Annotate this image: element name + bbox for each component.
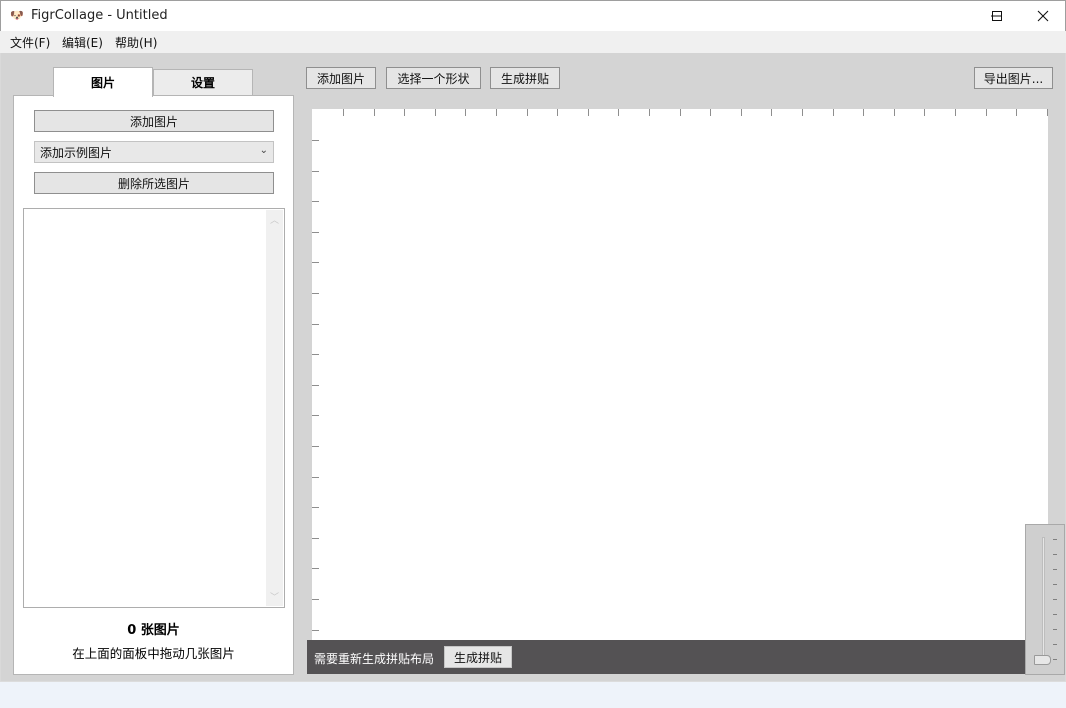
ruler-tick-top [1016, 109, 1017, 116]
zoom-tick [1053, 539, 1057, 540]
menu-help[interactable]: 帮助(H) [115, 34, 157, 51]
collage-canvas[interactable] [312, 109, 1048, 641]
ruler-tick-left [312, 507, 319, 508]
ruler-tick-top [618, 109, 619, 116]
zoom-tick [1053, 614, 1057, 615]
ruler-tick-top [894, 109, 895, 116]
toolbar-generate-collage-button[interactable]: 生成拼贴 [490, 67, 560, 89]
image-count: 0 张图片 [127, 623, 180, 638]
image-list[interactable]: ︿ ﹀ [23, 208, 285, 608]
image-list-scrollbar[interactable]: ︿ ﹀ [266, 210, 283, 606]
ruler-tick-top [863, 109, 864, 116]
ruler-tick-left [312, 415, 319, 416]
close-icon [1037, 10, 1049, 22]
zoom-slider-panel [1025, 524, 1065, 675]
ruler-tick-left [312, 477, 319, 478]
zoom-tick [1053, 659, 1057, 660]
bottom-strip [0, 681, 1066, 708]
tab-settings[interactable]: 设置 [153, 69, 253, 96]
status-generate-collage-button[interactable]: 生成拼贴 [444, 646, 512, 668]
zoom-tick [1053, 599, 1057, 600]
sample-images-select-value: 添加示例图片 [40, 145, 113, 160]
ruler-tick-left [312, 232, 319, 233]
collage-app-icon: 🐶 [10, 9, 24, 22]
main-area: 图片 设置 添加图片 添加示例图片 ⌄ 删除所选图片 ︿ ﹀ 0 张图片 在上面… [1, 53, 1065, 681]
menu-file[interactable]: 文件(F) [10, 34, 50, 51]
menu-bar: 文件(F) 编辑(E) 帮助(H) [0, 31, 1066, 53]
ruler-tick-left [312, 599, 319, 600]
delete-selected-button[interactable]: 删除所选图片 [34, 172, 274, 194]
ruler-tick-top [680, 109, 681, 116]
ruler-tick-top [435, 109, 436, 116]
ruler-tick-left [312, 262, 319, 263]
chevron-down-icon: ⌄ [259, 145, 268, 156]
ruler-tick-left [312, 324, 319, 325]
zoom-tick [1053, 644, 1057, 645]
scroll-up-icon[interactable]: ︿ [269, 213, 280, 226]
ruler-tick-top [833, 109, 834, 116]
ruler-tick-left [312, 568, 319, 569]
add-image-button[interactable]: 添加图片 [34, 110, 274, 132]
ruler-tick-top [343, 109, 344, 116]
ruler-tick-top [465, 109, 466, 116]
ruler-tick-top [1047, 109, 1048, 116]
window-title: FigrCollage - Untitled [31, 8, 168, 23]
tab-images[interactable]: 图片 [53, 67, 153, 97]
ruler-tick-top [924, 109, 925, 116]
select-shape-button[interactable]: 选择一个形状 [386, 67, 481, 89]
ruler-tick-top [955, 109, 956, 116]
ruler-tick-left [312, 630, 319, 631]
close-button[interactable] [1020, 1, 1066, 31]
menu-edit[interactable]: 编辑(E) [62, 34, 103, 51]
ruler-tick-top [374, 109, 375, 116]
images-panel: 添加图片 添加示例图片 ⌄ 删除所选图片 ︿ ﹀ 0 张图片 在上面的面板中拖动… [13, 95, 294, 675]
zoom-tick [1053, 584, 1057, 585]
status-message: 需要重新生成拼贴布局 [314, 652, 435, 666]
ruler-tick-top [986, 109, 987, 116]
ruler-tick-top [527, 109, 528, 116]
zoom-slider-thumb[interactable] [1034, 655, 1051, 665]
ruler-tick-top [496, 109, 497, 116]
zoom-tick [1053, 629, 1057, 630]
toolbar-add-image-button[interactable]: 添加图片 [306, 67, 376, 89]
ruler-tick-top [404, 109, 405, 116]
zoom-tick [1053, 554, 1057, 555]
ruler-tick-left [312, 446, 319, 447]
ruler-tick-top [557, 109, 558, 116]
ruler-tick-left [312, 171, 319, 172]
ruler-tick-left [312, 354, 319, 355]
ruler-tick-left [312, 140, 319, 141]
zoom-tick [1053, 569, 1057, 570]
ruler-tick-top [649, 109, 650, 116]
export-image-button[interactable]: 导出图片... [974, 67, 1053, 89]
sample-images-select[interactable]: 添加示例图片 ⌄ [34, 141, 274, 163]
zoom-slider-track[interactable] [1042, 537, 1045, 663]
ruler-tick-left [312, 293, 319, 294]
ruler-tick-left [312, 538, 319, 539]
scroll-down-icon[interactable]: ﹀ [269, 590, 280, 603]
ruler-tick-top [710, 109, 711, 116]
ruler-tick-left [312, 201, 319, 202]
ruler-tick-left [312, 385, 319, 386]
maximize-button[interactable] [974, 1, 1020, 31]
title-bar: 🐶 FigrCollage - Untitled [0, 0, 1066, 31]
regenerate-status-bar: 需要重新生成拼贴布局 生成拼贴 [307, 640, 1026, 674]
ruler-tick-top [802, 109, 803, 116]
drag-hint: 在上面的面板中拖动几张图片 [72, 646, 235, 661]
ruler-tick-top [741, 109, 742, 116]
maximize-icon [992, 11, 1002, 21]
ruler-tick-top [771, 109, 772, 116]
ruler-tick-top [588, 109, 589, 116]
